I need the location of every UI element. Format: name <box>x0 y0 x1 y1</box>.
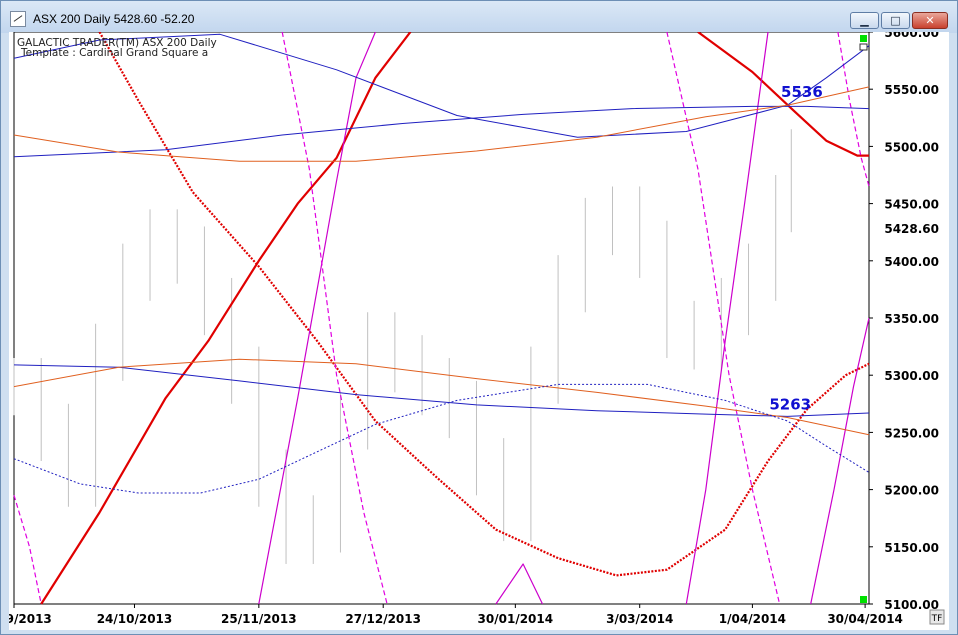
minimize-button[interactable]: ▁ <box>850 12 879 29</box>
annotation-label: 5536 <box>781 83 823 101</box>
x-tick-label: 23/09/2013 <box>9 612 52 626</box>
chart-area[interactable]: GALACTIC TRADER(TM) ASX 200 Daily Templa… <box>0 26 949 630</box>
y-tick-label: 5400.00 <box>884 255 939 269</box>
x-axis: 23/09/2013 24/10/2013 25/11/2013 27/12/2013… <box>0 604 903 626</box>
chart-app-icon[interactable] <box>10 11 26 27</box>
y-axis: 5600.00 5550.00 5500.00 5450.00 5400.00 5350.… <box>869 26 939 612</box>
y-tick-label: 5150.00 <box>884 541 939 555</box>
y-tick-label: 5500.00 <box>884 140 939 154</box>
x-tick-label: 1/04/2014 <box>719 612 786 626</box>
minimize-icon: ▁ <box>860 14 869 27</box>
annotation-label: 5263 <box>769 396 811 414</box>
close-icon: ✕ <box>925 14 935 27</box>
y-tick-label: 5550.00 <box>884 83 939 97</box>
chart-svg: GALACTIC TRADER(TM) ASX 200 Daily Templa… <box>0 26 945 626</box>
x-tick-label: 25/11/2013 <box>221 612 297 626</box>
y-tick-label: 5350.00 <box>884 312 939 326</box>
window-title: ASX 200 Daily 5428.60 -52.20 <box>33 12 195 26</box>
title-bar[interactable]: ASX 200 Daily 5428.60 -52.20 ▁ □ ✕ <box>1 1 957 33</box>
scale-toggle-icon[interactable] <box>859 43 868 51</box>
maximize-icon: □ <box>890 14 901 27</box>
chart-template: Template : Cardinal Grand Square a <box>20 47 208 59</box>
last-price-label: 5428.60 <box>884 222 939 236</box>
x-tick-label: 30/01/2014 <box>478 612 554 626</box>
y-tick-label: 5200.00 <box>884 484 939 498</box>
tf-button[interactable]: TF <box>929 609 945 625</box>
y-tick-label: 5450.00 <box>884 198 939 212</box>
bottom-right-marker <box>860 596 867 603</box>
y-tick-label: 5250.00 <box>884 426 939 440</box>
x-tick-label: 30/04/2014 <box>827 612 903 626</box>
y-tick-label: 5300.00 <box>884 369 939 383</box>
x-tick-label: 24/10/2013 <box>97 612 173 626</box>
top-right-marker <box>860 35 867 42</box>
y-tick-label: 5600.00 <box>884 32 939 40</box>
x-tick-label: 3/03/2014 <box>606 612 673 626</box>
tf-label: TF <box>931 614 943 624</box>
app-window: ASX 200 Daily 5428.60 -52.20 ▁ □ ✕ GALAC… <box>0 0 958 635</box>
close-button[interactable]: ✕ <box>912 12 948 29</box>
maximize-button[interactable]: □ <box>881 12 910 29</box>
x-tick-label: 27/12/2013 <box>345 612 421 626</box>
